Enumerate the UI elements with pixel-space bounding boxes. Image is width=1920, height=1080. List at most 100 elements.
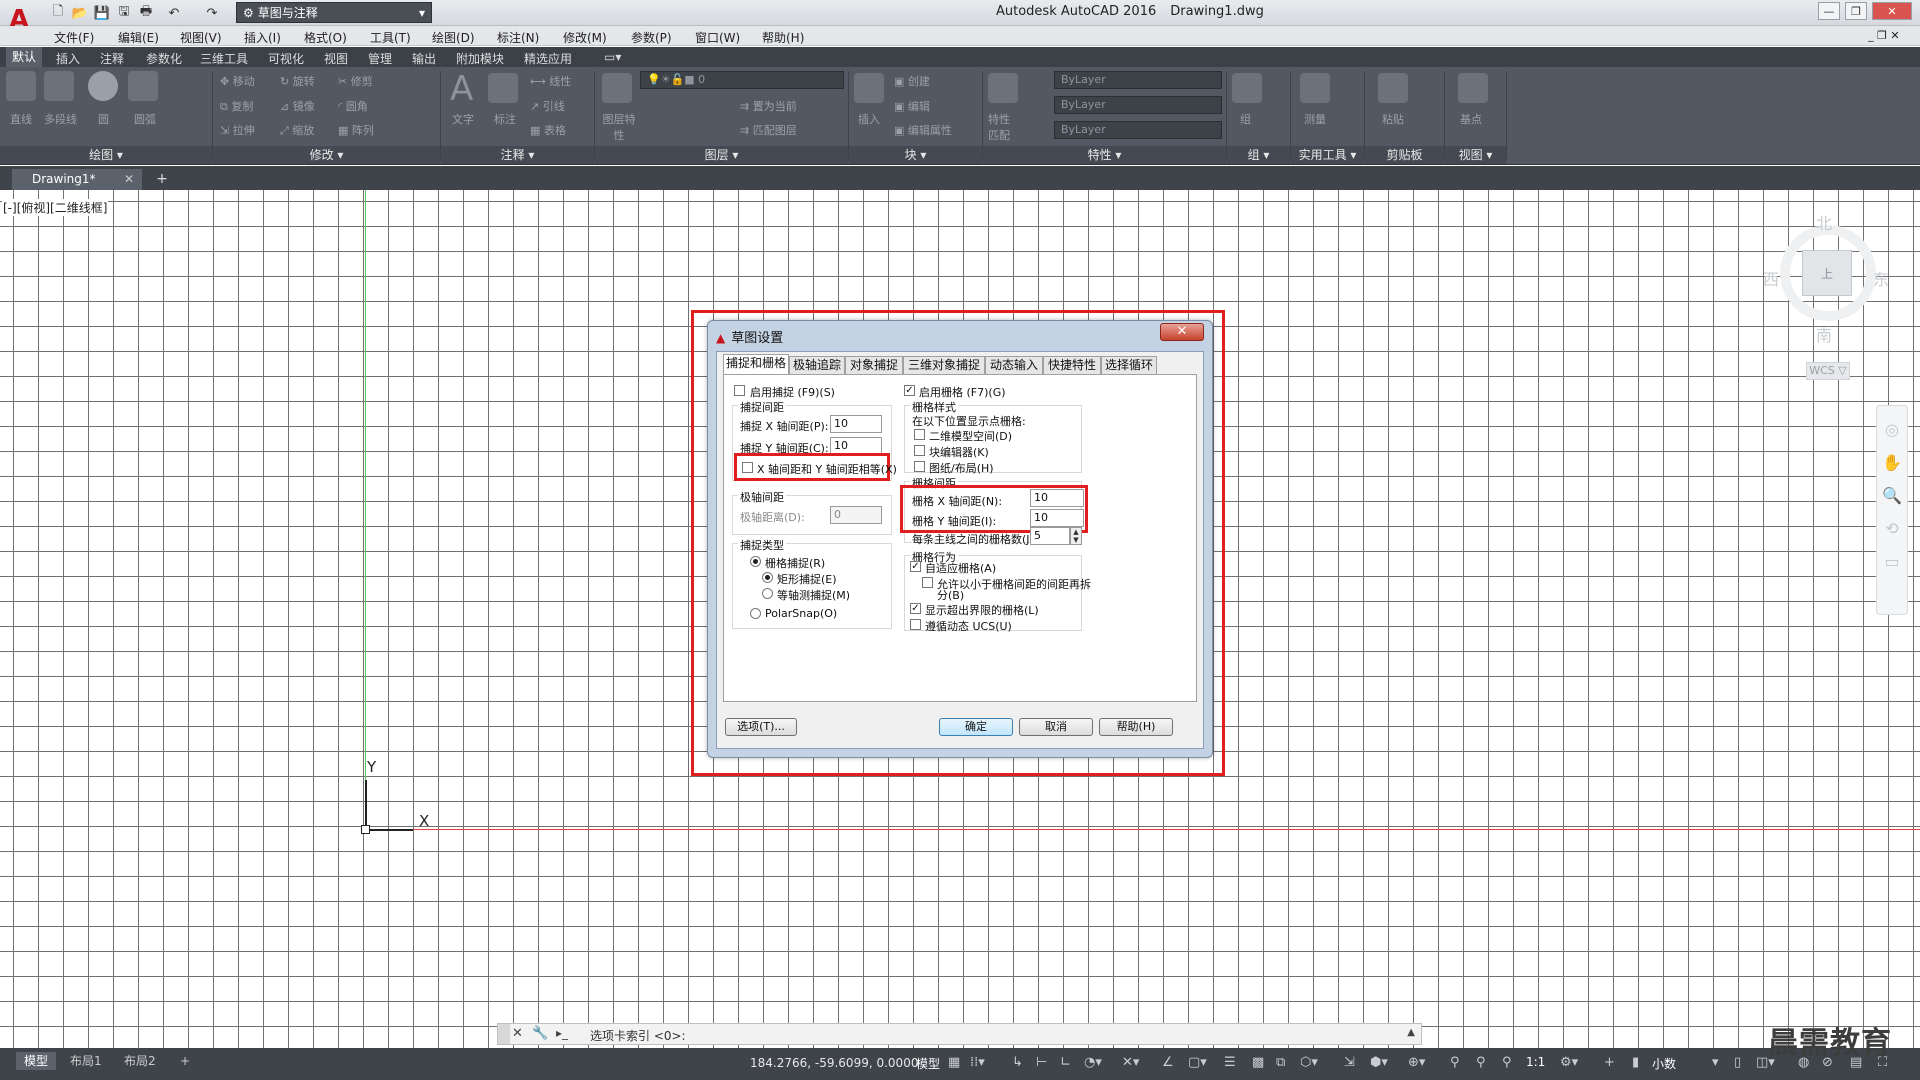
array-tool[interactable]: ▦ 阵列 bbox=[338, 122, 374, 138]
auto-scale-icon[interactable]: ⚲ bbox=[1476, 1055, 1486, 1070]
panel-draw-title[interactable]: 绘图 ▾ bbox=[0, 146, 212, 164]
restore-button[interactable]: ❐ bbox=[1845, 2, 1867, 20]
menu-view[interactable]: 视图(V) bbox=[180, 29, 222, 46]
object-snap-tracking-icon[interactable]: ∠ bbox=[1162, 1055, 1174, 1070]
viewcube-face[interactable]: 上 bbox=[1802, 250, 1852, 296]
panel-annotation-title[interactable]: 注释 ▾ bbox=[441, 146, 594, 164]
tab-polar-tracking[interactable]: 极轴追踪 bbox=[789, 356, 845, 374]
ok-button[interactable]: 确定 bbox=[939, 718, 1013, 736]
selection-filter-icon[interactable]: ⬢▾ bbox=[1370, 1055, 1388, 1070]
annotation-scale-icon[interactable]: ⚲ bbox=[1502, 1055, 1512, 1070]
tab-visualize[interactable]: 可视化 bbox=[268, 50, 304, 67]
match-properties-icon[interactable] bbox=[988, 73, 1018, 103]
layer-properties-icon[interactable] bbox=[602, 73, 632, 103]
panel-properties-title[interactable]: 特性 ▾ bbox=[983, 146, 1226, 164]
polyline-tool-icon[interactable] bbox=[44, 71, 74, 101]
help-button[interactable]: 帮助(H) bbox=[1099, 718, 1173, 736]
new-tab-button[interactable]: + bbox=[152, 171, 172, 188]
grid-x-input[interactable]: 10 bbox=[1030, 489, 1084, 507]
panel-groups-title[interactable]: 组 ▾ bbox=[1227, 146, 1290, 164]
tab-selection-cycling[interactable]: 选择循环 bbox=[1101, 356, 1157, 374]
annotation-scale-value[interactable]: 1:1 bbox=[1526, 1055, 1545, 1069]
annotation-monitor-icon[interactable]: + bbox=[1604, 1055, 1615, 1070]
menu-draw[interactable]: 绘图(D) bbox=[432, 29, 475, 46]
tab-snap-grid[interactable]: 捕捉和栅格 bbox=[723, 354, 789, 375]
text-tool-icon[interactable]: A bbox=[450, 69, 473, 109]
chevron-up-icon[interactable]: ▲ bbox=[1407, 1027, 1415, 1038]
panel-clipboard-title[interactable]: 剪贴板 bbox=[1365, 146, 1444, 164]
pan-icon[interactable]: ✋ bbox=[1877, 453, 1907, 472]
command-line-grip[interactable] bbox=[498, 1024, 510, 1044]
undo-icon[interactable]: ↶ bbox=[164, 3, 184, 23]
tab-3d-tools[interactable]: 三维工具 bbox=[200, 50, 248, 67]
new-file-icon[interactable]: 🗋 bbox=[48, 3, 68, 23]
grid-snap-radio[interactable] bbox=[750, 556, 761, 567]
wrench-icon[interactable]: 🔧 bbox=[532, 1026, 548, 1041]
showmotion-icon[interactable]: ▭ bbox=[1877, 552, 1907, 571]
tab-insert[interactable]: 插入 bbox=[56, 50, 80, 67]
tab-annotate[interactable]: 注释 bbox=[100, 50, 124, 67]
major-line-input[interactable]: 5 bbox=[1030, 527, 1070, 545]
tab-object-snap[interactable]: 对象捕捉 bbox=[845, 356, 903, 374]
object-snap-icon[interactable]: ▢▾ bbox=[1188, 1055, 1207, 1070]
model-space-button[interactable]: 模型 bbox=[916, 1055, 940, 1072]
menu-dimension[interactable]: 标注(N) bbox=[497, 29, 539, 46]
units-value[interactable]: 小数 bbox=[1652, 1055, 1676, 1072]
transparency-icon[interactable]: ▩ bbox=[1252, 1055, 1264, 1070]
tab-home[interactable]: 默认 bbox=[6, 47, 43, 67]
move-tool[interactable]: ✥ 移动 bbox=[220, 73, 255, 89]
sheet-layout-checkbox[interactable] bbox=[914, 461, 925, 472]
menu-window[interactable]: 窗口(W) bbox=[695, 29, 740, 46]
tab-manage[interactable]: 管理 bbox=[368, 50, 392, 67]
quick-properties-icon[interactable]: ▾ bbox=[1712, 1055, 1719, 1070]
grid-on-checkbox[interactable]: ✓ bbox=[904, 385, 915, 396]
beyond-limits-checkbox[interactable]: ✓ bbox=[910, 603, 921, 614]
tab-featured-apps[interactable]: 精选应用 bbox=[524, 50, 572, 67]
scale-tool[interactable]: ⤢ 缩放 bbox=[280, 122, 314, 138]
panel-modify-title[interactable]: 修改 ▾ bbox=[213, 146, 440, 164]
make-current-tool[interactable]: ⇉ 置为当前 bbox=[740, 98, 797, 114]
grid-y-input[interactable]: 10 bbox=[1030, 509, 1084, 527]
dynamic-input-icon[interactable]: ⊢ bbox=[1036, 1055, 1047, 1070]
line-tool-icon[interactable] bbox=[6, 71, 36, 101]
follow-ucs-checkbox[interactable] bbox=[910, 619, 921, 630]
create-block-tool[interactable]: ▣ 创建 bbox=[894, 73, 930, 89]
layout-tab-layout2[interactable]: 布局2 bbox=[116, 1052, 164, 1070]
rect-snap-radio[interactable] bbox=[762, 572, 773, 583]
dimension-tool-icon[interactable] bbox=[488, 73, 518, 103]
tab-3d-object-snap[interactable]: 三维对象捕捉 bbox=[903, 356, 985, 374]
model-space-checkbox[interactable] bbox=[914, 429, 925, 440]
viewcube-west[interactable]: 西 bbox=[1763, 266, 1779, 290]
block-editor-checkbox[interactable] bbox=[914, 445, 925, 456]
viewcube-east[interactable]: 东 bbox=[1873, 266, 1889, 290]
lock-ui-icon[interactable]: ▯ bbox=[1734, 1055, 1741, 1070]
polarsnap-radio[interactable] bbox=[750, 608, 761, 619]
close-button[interactable]: ✕ bbox=[1872, 2, 1912, 20]
menu-edit[interactable]: 编辑(E) bbox=[118, 29, 159, 46]
edit-block-tool[interactable]: ▣ 编辑 bbox=[894, 98, 930, 114]
circle-tool-icon[interactable] bbox=[88, 71, 118, 101]
paste-icon[interactable] bbox=[1378, 73, 1408, 103]
viewcube-south[interactable]: 南 bbox=[1816, 322, 1832, 346]
doc-window-controls[interactable]: _ ❐ ✕ bbox=[1868, 29, 1900, 42]
3d-object-snap-icon[interactable]: ⬡▾ bbox=[1300, 1055, 1318, 1070]
ortho-icon[interactable]: ∟ bbox=[1060, 1055, 1071, 1070]
tab-quick-properties[interactable]: 快捷特性 bbox=[1043, 356, 1101, 374]
snap-mode-icon[interactable]: ⁞⁞▾ bbox=[970, 1055, 985, 1070]
menu-help[interactable]: 帮助(H) bbox=[762, 29, 804, 46]
menu-tools[interactable]: 工具(T) bbox=[370, 29, 411, 46]
menu-insert[interactable]: 插入(I) bbox=[244, 29, 281, 46]
command-line[interactable]: ✕ 🔧 ▸_ 选项卡索引 <0>: ▲ bbox=[497, 1023, 1422, 1045]
trim-tool[interactable]: ✂ 修剪 bbox=[338, 73, 373, 89]
edit-attributes-tool[interactable]: ▣ 编辑属性 bbox=[894, 122, 952, 138]
navigation-bar[interactable]: ◎ ✋ 🔍 ⟲ ▭ bbox=[1876, 405, 1908, 615]
menu-modify[interactable]: 修改(M) bbox=[563, 29, 607, 46]
dynamic-ucs-icon[interactable]: ⇲ bbox=[1344, 1055, 1355, 1070]
snap-on-checkbox[interactable] bbox=[734, 385, 745, 396]
linetype-dropdown[interactable]: ByLayer bbox=[1054, 96, 1222, 114]
subdivide-checkbox[interactable] bbox=[922, 577, 933, 588]
lineweight-dropdown[interactable]: ByLayer bbox=[1054, 121, 1222, 139]
menu-file[interactable]: 文件(F) bbox=[54, 29, 94, 46]
cancel-button[interactable]: 取消 bbox=[1019, 718, 1093, 736]
panel-view-title[interactable]: 视图 ▾ bbox=[1445, 146, 1506, 164]
